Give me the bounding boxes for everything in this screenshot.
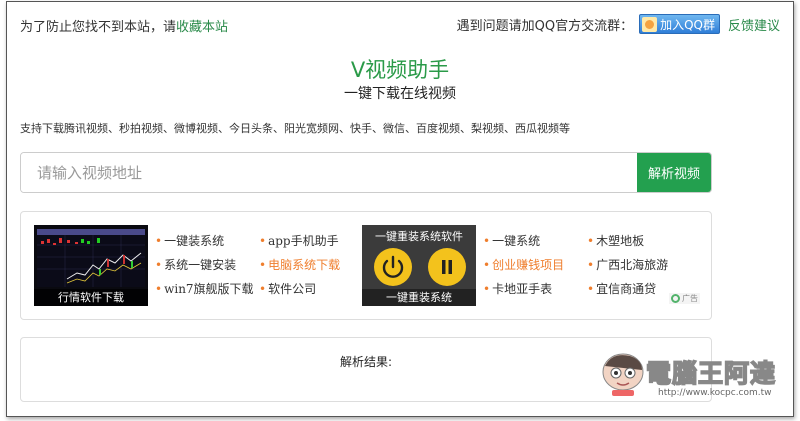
qq-group-area: 遇到问题请加QQ官方交流群： 加入QQ群 反馈建议 bbox=[457, 14, 780, 34]
ad-link[interactable]: 一键装系统 bbox=[155, 229, 254, 253]
ad-links-column-2: app手机助手 电脑系统下载 软件公司 bbox=[259, 229, 340, 301]
ad-link[interactable]: 系统一键安装 bbox=[155, 253, 254, 277]
pause-icon bbox=[428, 248, 466, 286]
ad-link-highlighted[interactable]: 电脑系统下载 bbox=[259, 253, 340, 277]
watermark-url: http://www.kocpc.com.tw bbox=[658, 388, 772, 398]
ad-choices-badge[interactable]: 广告 bbox=[669, 293, 700, 304]
bookmark-notice-text: 为了防止您找不到本站，请 bbox=[20, 20, 177, 35]
join-qq-label: 加入QQ群 bbox=[660, 17, 715, 32]
stock-ad-caption: 行情软件下载 bbox=[34, 289, 148, 306]
ad-badge-label: 广告 bbox=[682, 294, 698, 303]
qq-prompt: 遇到问题请加QQ官方交流群： bbox=[456, 18, 634, 34]
ad-link[interactable]: 宜信商通贷 bbox=[587, 277, 668, 301]
ad-link[interactable]: 一键系统 bbox=[483, 229, 564, 253]
top-bar: 为了防止您找不到本站，请收藏本站 遇到问题请加QQ官方交流群： 加入QQ群 反馈… bbox=[20, 14, 780, 36]
reinstall-system-ad-banner[interactable]: 一键重装系统软件 一键重装系统 bbox=[362, 225, 476, 306]
site-subtitle: 一键下载在线视频 bbox=[344, 86, 456, 102]
mascot-icon bbox=[602, 353, 644, 396]
video-url-input[interactable] bbox=[21, 153, 637, 192]
ad-link[interactable]: app手机助手 bbox=[259, 229, 340, 253]
reinstall-ad-headline: 一键重装系统软件 bbox=[375, 230, 463, 243]
site-title: V视频助手 bbox=[350, 58, 450, 82]
ad-link[interactable]: 软件公司 bbox=[259, 277, 340, 301]
supported-sites-text: 支持下载腾讯视频、秒拍视频、微博视频、今日头条、阳光宽频网、快手、微信、百度视频… bbox=[20, 122, 570, 135]
qq-icon bbox=[642, 16, 658, 32]
ad-links-column-4: 木塑地板 广西北海旅游 宜信商通贷 bbox=[587, 229, 668, 301]
power-icon bbox=[374, 248, 412, 286]
ad-links-column-3: 一键系统 创业赚钱项目 卡地亚手表 bbox=[483, 229, 564, 301]
feedback-link[interactable]: 反馈建议 bbox=[728, 15, 780, 34]
join-qq-button[interactable]: 加入QQ群 bbox=[639, 14, 720, 34]
ad-choices-icon bbox=[671, 294, 680, 303]
stock-chart-graphic bbox=[37, 229, 145, 287]
watermark-text: 電腦王阿達 bbox=[645, 358, 777, 389]
ad-link-highlighted[interactable]: 创业赚钱项目 bbox=[483, 253, 564, 277]
bookmark-link[interactable]: 收藏本站 bbox=[176, 20, 228, 35]
ad-link[interactable]: 木塑地板 bbox=[587, 229, 668, 253]
parse-video-button[interactable]: 解析视频 bbox=[637, 153, 711, 192]
bookmark-notice: 为了防止您找不到本站，请收藏本站 bbox=[20, 16, 228, 35]
site-watermark: 電腦王阿達 http://www.kocpc.com.tw bbox=[598, 348, 788, 404]
ad-link[interactable]: 广西北海旅游 bbox=[587, 253, 668, 277]
ad-link[interactable]: 卡地亚手表 bbox=[483, 277, 564, 301]
ad-links-column-1: 一键装系统 系统一键安装 win7旗舰版下载 bbox=[155, 229, 254, 301]
ad-link[interactable]: win7旗舰版下载 bbox=[155, 277, 253, 301]
ad-panel: 行情软件下载 一键装系统 系统一键安装 win7旗舰版下载 app手机助手 电脑… bbox=[20, 211, 712, 320]
search-bar: 解析视频 bbox=[20, 152, 712, 193]
reinstall-ad-caption: 一键重装系统 bbox=[362, 289, 476, 306]
stock-software-ad-banner[interactable]: 行情软件下载 bbox=[34, 225, 148, 306]
